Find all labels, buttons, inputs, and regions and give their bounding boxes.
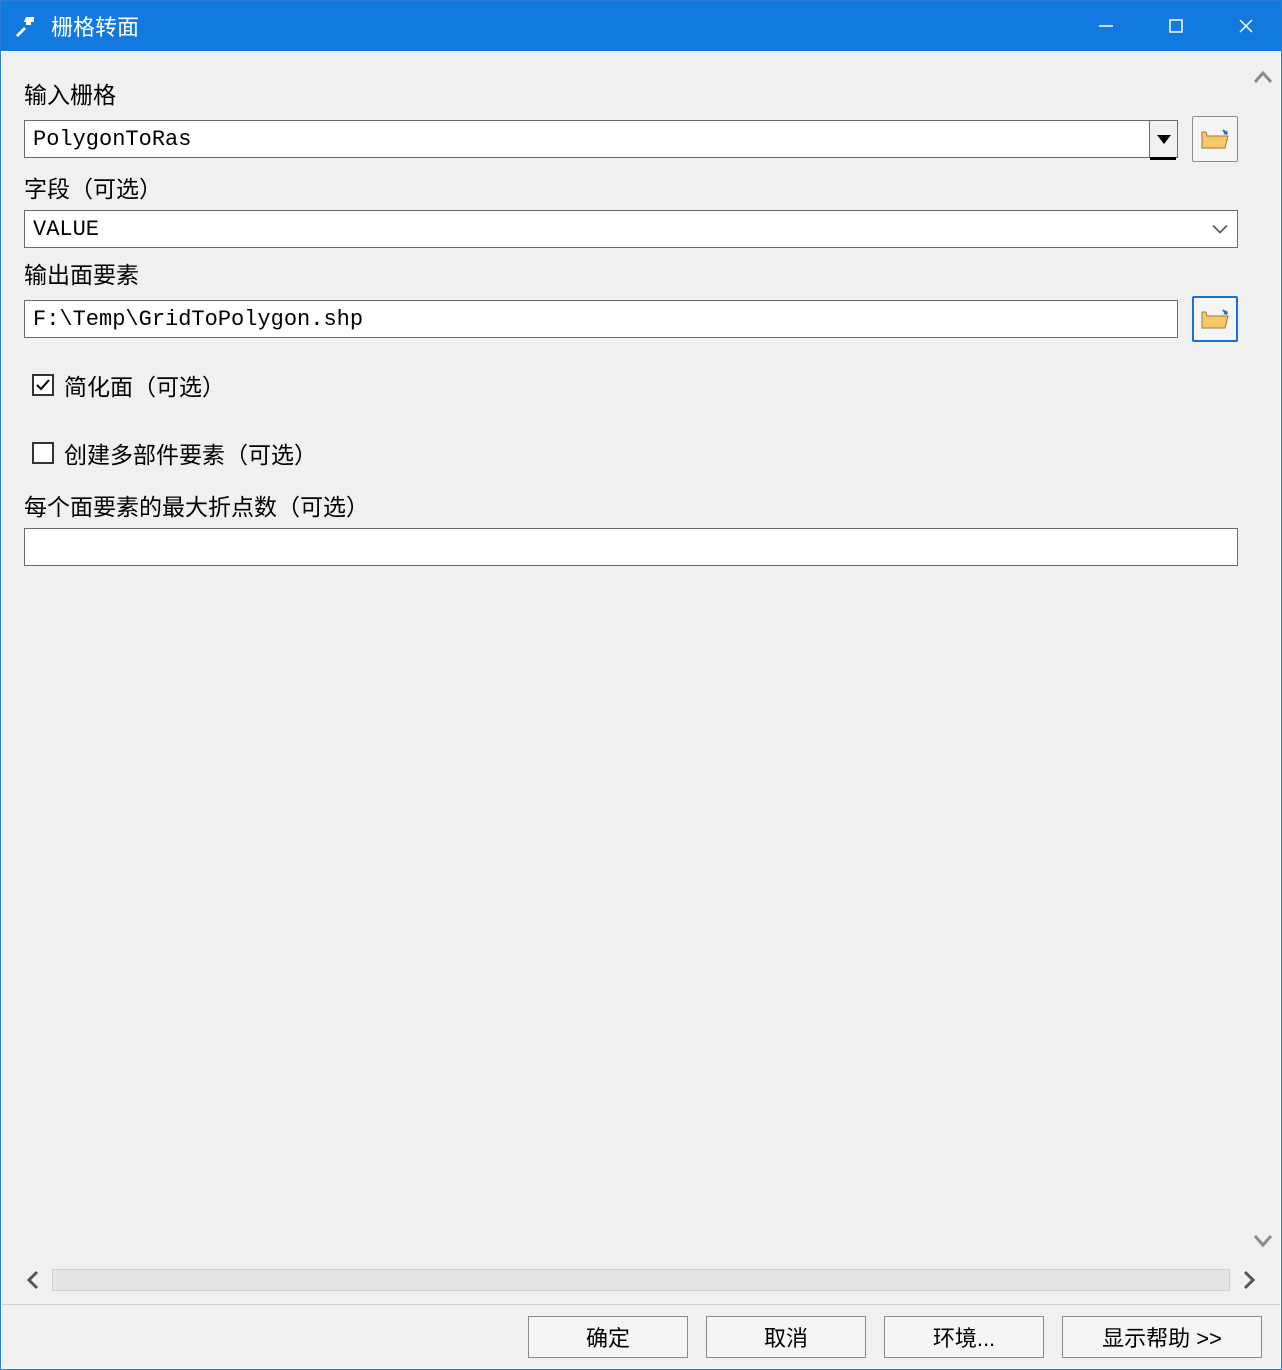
vertical-scrollbar[interactable] bbox=[1246, 52, 1280, 1262]
input-raster-label: 输入栅格 bbox=[24, 76, 1238, 110]
max-vertices-label: 每个面要素的最大折点数（可选） bbox=[24, 488, 1238, 522]
output-features-input[interactable] bbox=[24, 300, 1178, 338]
form-area: 输入栅格 字段（可选 bbox=[2, 52, 1246, 1262]
max-vertices-input[interactable] bbox=[24, 528, 1238, 566]
scroll-left-icon[interactable] bbox=[20, 1270, 46, 1290]
combo-underline bbox=[1150, 157, 1176, 160]
body-wrap: 输入栅格 字段（可选 bbox=[2, 52, 1280, 1262]
folder-open-icon bbox=[1201, 128, 1229, 150]
scroll-up-icon[interactable] bbox=[1253, 60, 1273, 90]
horizontal-scrollbar[interactable] bbox=[14, 1262, 1268, 1298]
field-label: 字段（可选） bbox=[24, 170, 1238, 204]
output-features-label: 输出面要素 bbox=[24, 256, 1238, 290]
folder-open-icon bbox=[1201, 308, 1229, 330]
close-button[interactable] bbox=[1211, 1, 1281, 51]
maximize-button[interactable] bbox=[1141, 1, 1211, 51]
client-area: 输入栅格 字段（可选 bbox=[1, 51, 1281, 1369]
simplify-label: 简化面（可选） bbox=[64, 368, 225, 402]
title-bar: 栅格转面 bbox=[1, 1, 1281, 51]
multipart-label: 创建多部件要素（可选） bbox=[64, 436, 317, 470]
scroll-down-icon[interactable] bbox=[1253, 1224, 1273, 1254]
check-icon bbox=[35, 377, 51, 393]
chevron-down-icon[interactable] bbox=[1149, 121, 1177, 157]
scroll-right-icon[interactable] bbox=[1236, 1270, 1262, 1290]
output-features-browse-button[interactable] bbox=[1192, 296, 1238, 342]
app-window: 栅格转面 输入栅格 bbox=[0, 0, 1282, 1370]
window-title: 栅格转面 bbox=[51, 10, 139, 42]
show-help-button[interactable]: 显示帮助 >> bbox=[1062, 1316, 1262, 1358]
input-raster-combo[interactable] bbox=[24, 120, 1178, 158]
multipart-checkbox[interactable] bbox=[32, 442, 54, 464]
field-select[interactable] bbox=[24, 210, 1238, 248]
input-raster-browse-button[interactable] bbox=[1192, 116, 1238, 162]
simplify-checkbox[interactable] bbox=[32, 374, 54, 396]
hammer-icon bbox=[11, 12, 39, 40]
minimize-button[interactable] bbox=[1071, 1, 1141, 51]
button-bar: 确定 取消 环境... 显示帮助 >> bbox=[2, 1304, 1280, 1368]
cancel-button[interactable]: 取消 bbox=[706, 1316, 866, 1358]
ok-button[interactable]: 确定 bbox=[528, 1316, 688, 1358]
chevron-down-icon[interactable] bbox=[1212, 219, 1228, 240]
environment-button[interactable]: 环境... bbox=[884, 1316, 1044, 1358]
scroll-track[interactable] bbox=[52, 1269, 1230, 1291]
